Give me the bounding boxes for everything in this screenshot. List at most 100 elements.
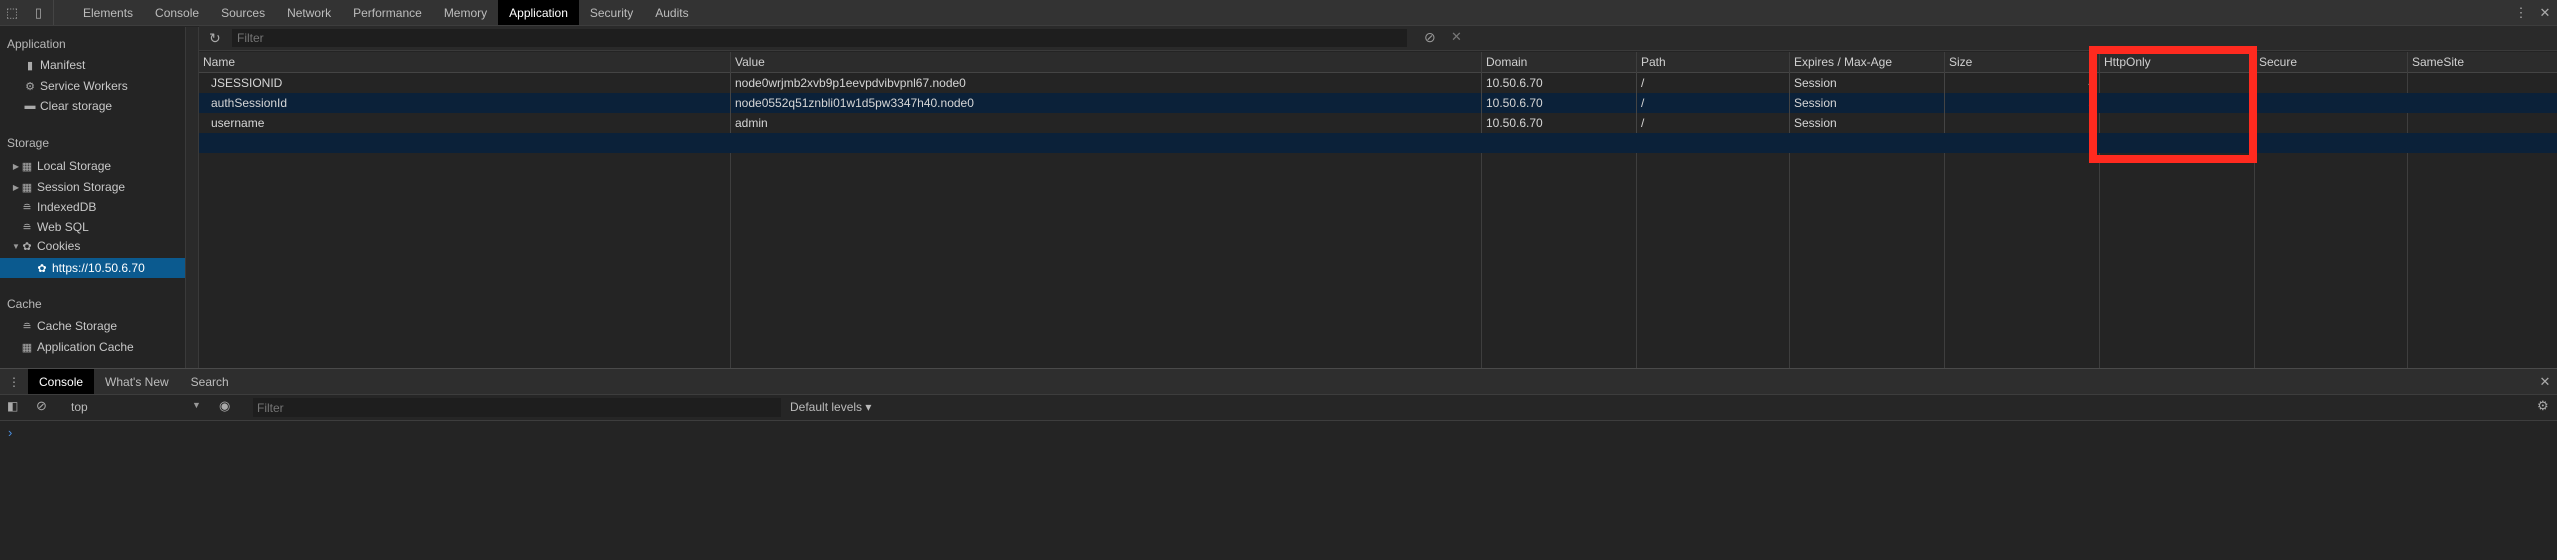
- file-icon: ▮: [26, 59, 34, 72]
- console-filter-input[interactable]: [253, 398, 781, 417]
- log-levels-dropdown[interactable]: Default levels ▾: [790, 400, 871, 414]
- item-label: Cookies: [37, 239, 81, 253]
- context-select[interactable]: top: [71, 400, 88, 414]
- eye-icon[interactable]: ◉: [219, 398, 230, 414]
- cell-path: /: [1636, 113, 1789, 133]
- sidebar-item-web-sql[interactable]: ≘ Web SQL: [0, 217, 185, 237]
- grid-icon: ▦: [21, 341, 33, 354]
- sidebar-item-local-storage[interactable]: ▶ ▦ Local Storage: [0, 156, 185, 176]
- tab-security[interactable]: Security: [579, 0, 644, 25]
- gear-icon: ⚙: [25, 80, 35, 93]
- column-name[interactable]: Name: [199, 52, 730, 72]
- cookie-filter-input[interactable]: [232, 29, 1407, 47]
- item-label: https://10.50.6.70: [52, 261, 145, 275]
- column-secure[interactable]: Secure: [2254, 52, 2407, 72]
- cell-expires: Session: [1789, 73, 1944, 93]
- refresh-icon[interactable]: ↻: [209, 30, 221, 47]
- trash-icon: ▬: [24, 100, 36, 112]
- item-label: Web SQL: [37, 220, 89, 234]
- section-storage: Storage: [7, 136, 50, 150]
- drawer-tab-whats-new[interactable]: What's New: [94, 369, 180, 394]
- httponly-highlight-box: [2089, 46, 2257, 163]
- cell-value: node0wrjmb2xvb9p1eevpdvibvpnl67.node0: [730, 73, 1481, 93]
- collapse-arrow-icon[interactable]: ▼: [11, 242, 21, 251]
- tab-sources[interactable]: Sources: [210, 0, 276, 25]
- column-path[interactable]: Path: [1636, 52, 1789, 72]
- sidebar-item-manifest[interactable]: ▮ Manifest: [0, 55, 185, 75]
- cell-size: 1: [1944, 113, 2099, 133]
- sidebar-item-session-storage[interactable]: ▶ ▦ Session Storage: [0, 177, 185, 197]
- sidebar-resizer[interactable]: [186, 27, 199, 368]
- cell-size: 4: [1944, 73, 2099, 93]
- console-settings-icon[interactable]: ⚙: [2537, 398, 2549, 414]
- drawer-tab-search[interactable]: Search: [180, 369, 240, 394]
- cell-path: /: [1636, 93, 1789, 113]
- database-icon: ≘: [22, 320, 32, 333]
- cell-domain: 10.50.6.70: [1481, 73, 1636, 93]
- column-value[interactable]: Value: [730, 52, 1481, 72]
- cell-expires: Session: [1789, 113, 1944, 133]
- tab-application[interactable]: Application: [498, 0, 579, 25]
- cookie-icon: ✿: [37, 262, 47, 275]
- item-label: Manifest: [40, 58, 86, 72]
- item-label: Session Storage: [37, 180, 126, 194]
- cell-name: JSESSIONID: [211, 76, 283, 90]
- clear-all-icon[interactable]: ⊘: [1424, 29, 1436, 46]
- context-dropdown-icon[interactable]: ▼: [192, 400, 201, 410]
- grid-icon: ▦: [21, 160, 33, 173]
- sidebar-item-indexeddb[interactable]: ≘ IndexedDB: [0, 197, 185, 217]
- console-toolbar: ◧ ⊘ top ▼ ◉ Default levels ▾ ⚙: [0, 394, 2557, 421]
- item-label: Local Storage: [37, 159, 112, 173]
- cookie-icon: ✿: [22, 240, 32, 253]
- tab-audits[interactable]: Audits: [644, 0, 699, 25]
- database-icon: ≘: [22, 221, 32, 234]
- section-application: Application: [7, 37, 66, 51]
- cell-domain: 10.50.6.70: [1481, 113, 1636, 133]
- cell-domain: 10.50.6.70: [1481, 93, 1636, 113]
- more-options-icon[interactable]: ⋮: [2509, 0, 2533, 25]
- cell-value: admin: [730, 113, 1481, 133]
- sidebar-item-service-workers[interactable]: ⚙ Service Workers: [0, 76, 185, 96]
- console-prompt[interactable]: ›: [8, 425, 12, 440]
- tab-network[interactable]: Network: [276, 0, 342, 25]
- sidebar-item-cache-storage[interactable]: ≘ Cache Storage: [0, 316, 185, 336]
- tab-elements[interactable]: Elements: [72, 0, 144, 25]
- cell-value: node0552q51znbli01w1d5pw3347h40.node0: [730, 93, 1481, 113]
- drawer-menu-icon[interactable]: ⋮: [0, 369, 28, 394]
- column-samesite[interactable]: SameSite: [2407, 52, 2557, 72]
- clear-console-icon[interactable]: ⊘: [36, 398, 47, 414]
- item-label: IndexedDB: [37, 200, 97, 214]
- cell-name: username: [211, 116, 265, 130]
- console-drawer: ⋮ Console What's New Search ✕ ◧ ⊘ top ▼ …: [0, 368, 2557, 560]
- drawer-tab-bar: ⋮ Console What's New Search ✕: [0, 369, 2557, 394]
- tab-performance[interactable]: Performance: [342, 0, 433, 25]
- sidebar-item-cookies[interactable]: ▼ ✿ Cookies: [0, 236, 185, 256]
- sidebar-item-clear-storage[interactable]: ▬ Clear storage: [0, 96, 185, 116]
- close-drawer-icon[interactable]: ✕: [2533, 369, 2557, 394]
- database-icon: ≘: [22, 201, 32, 214]
- tab-console[interactable]: Console: [144, 0, 210, 25]
- inspect-element-icon[interactable]: ⬚: [0, 0, 24, 25]
- application-sidebar: Application ▮ Manifest ⚙ Service Workers ▬…: [0, 27, 186, 368]
- sidebar-toggle-icon[interactable]: ◧: [7, 399, 18, 413]
- cell-name: authSessionId: [211, 96, 288, 110]
- tab-memory[interactable]: Memory: [433, 0, 498, 25]
- delete-selected-icon[interactable]: ✕: [1451, 29, 1462, 45]
- close-devtools-icon[interactable]: ✕: [2533, 0, 2557, 25]
- expand-arrow-icon[interactable]: ▶: [11, 162, 21, 171]
- expand-arrow-icon[interactable]: ▶: [11, 183, 21, 192]
- section-cache: Cache: [7, 297, 42, 311]
- drawer-tab-console[interactable]: Console: [28, 369, 95, 394]
- cell-expires: Session: [1789, 93, 1944, 113]
- sidebar-item-cookie-origin[interactable]: ✿ https://10.50.6.70: [0, 258, 185, 278]
- device-toolbar-icon[interactable]: ▯: [24, 0, 54, 25]
- item-label: Cache Storage: [37, 319, 118, 333]
- sidebar-item-application-cache[interactable]: ▦ Application Cache: [0, 337, 185, 357]
- column-size[interactable]: Size: [1944, 52, 2099, 72]
- column-domain[interactable]: Domain: [1481, 52, 1636, 72]
- column-expires[interactable]: Expires / Max-Age: [1789, 52, 1944, 72]
- devtools-tab-bar: ⬚ ▯ Elements Console Sources Network Per…: [0, 0, 2557, 26]
- item-label: Application Cache: [37, 340, 134, 354]
- item-label: Clear storage: [40, 99, 113, 113]
- grid-icon: ▦: [21, 181, 33, 194]
